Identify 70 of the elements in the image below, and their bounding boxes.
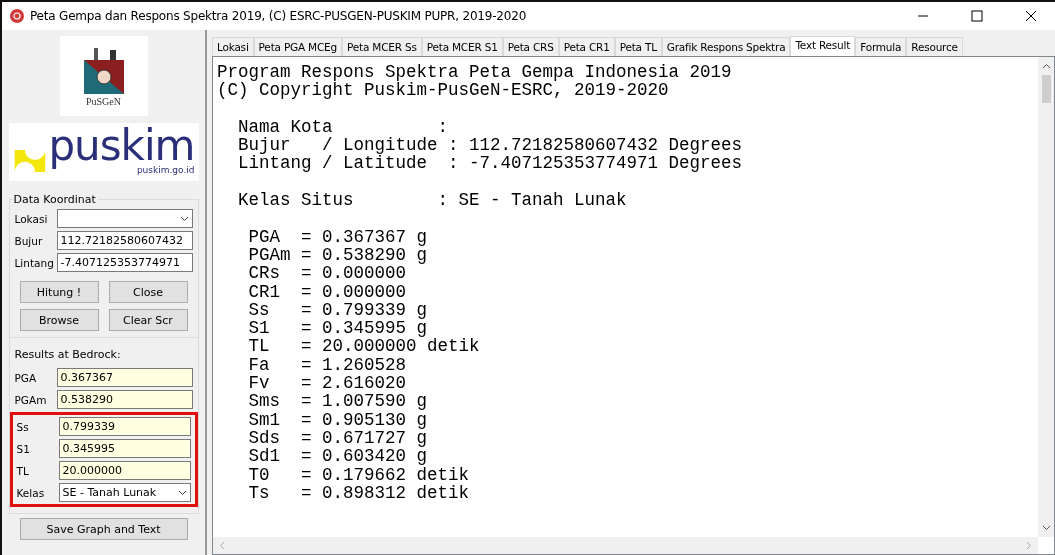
result-line: S1 = 0.345995 g — [247, 319, 428, 338]
tab[interactable]: Peta MCER Ss — [342, 37, 422, 56]
result-line: Nama Kota : — [237, 117, 450, 137]
field-label: Bujur — [14, 234, 44, 247]
action-button[interactable]: Close — [108, 281, 188, 303]
close-icon[interactable] — [1025, 10, 1037, 22]
field-label: Lintang — [14, 256, 55, 269]
result-line: PGA = 0.367367 g — [247, 227, 429, 246]
result-line: TL = 20.000000 detik — [247, 337, 481, 356]
result-line: CR1 = 0.000000 — [247, 282, 408, 301]
output-field: 20.000000 — [58, 461, 191, 480]
result-line: Lintang / Latitude : -7.407125353774971 Degrees — [237, 154, 744, 173]
result-line: Sms = 1.007590 g — [247, 392, 429, 411]
chevron-down-icon — [177, 489, 187, 496]
output-field: 0.799339 — [58, 417, 191, 436]
save-button[interactable]: Save Graph and Text — [19, 518, 188, 540]
chevron-down-icon — [179, 215, 189, 222]
scroll-thumb[interactable] — [1041, 75, 1051, 103]
input-field[interactable]: -7.407125353774971 — [56, 253, 193, 272]
window-title: Peta Gempa dan Respons Spektra 2019, (C) ESRC-PUSGEN-PUSKIM PUPR, 2019-2020 — [30, 9, 528, 23]
vertical-scrollbar[interactable] — [1038, 57, 1054, 537]
tab[interactable]: Resource — [906, 37, 963, 56]
result-line: Fv = 2.616020 — [247, 374, 408, 393]
app-icon — [10, 9, 24, 23]
tab[interactable]: Peta TL — [614, 37, 662, 56]
scroll-up-icon[interactable] — [1041, 63, 1051, 69]
result-line: T0 = 0.179662 detik — [247, 465, 471, 484]
result-line: CRs = 0.000000 — [247, 264, 408, 283]
maximize-icon[interactable] — [971, 10, 983, 22]
field-label: PGA — [14, 371, 38, 384]
puskim-logo: puskim puskim.go.id — [8, 123, 199, 181]
field-label: S1 — [16, 442, 31, 455]
pusgen-logo: PuSGeN — [59, 36, 148, 116]
result-line: Sd1 = 0.603420 g — [247, 447, 429, 466]
tab[interactable]: Lokasi — [212, 37, 254, 56]
scroll-down-icon[interactable] — [1041, 525, 1051, 531]
tab[interactable]: Formula — [855, 37, 907, 56]
action-button[interactable]: Browse — [19, 309, 99, 331]
group-title: Results at Bedrock: — [14, 348, 122, 361]
dropdown[interactable]: SE - Tanah Lunak — [58, 483, 191, 502]
text-result-area[interactable] — [212, 56, 1055, 555]
input-field[interactable]: 112.72182580607432 — [56, 231, 193, 250]
result-line: PGAm = 0.538290 g — [247, 245, 429, 265]
result-line: (C) Copyright Puskim-PusGeN-ESRC, 2019-2020 — [217, 81, 670, 100]
field-label: PGAm — [14, 393, 48, 406]
action-button[interactable]: Clear Scr — [108, 309, 188, 331]
output-field: 0.367367 — [56, 368, 193, 387]
tab[interactable]: Text Result — [790, 36, 856, 56]
result-line: Ts = 0.898312 detik — [247, 483, 471, 503]
tab[interactable]: Peta PGA MCEg — [253, 37, 342, 56]
field-label: Kelas — [16, 486, 46, 499]
tab[interactable]: Peta CRS — [502, 37, 559, 56]
field-label: Lokasi — [14, 212, 49, 225]
field-label: Ss — [16, 420, 30, 433]
result-line: Kelas Situs : SE - Tanah Lunak — [237, 191, 628, 210]
result-line: Bujur / Longitude : 112.72182580607432 Degrees — [237, 136, 744, 155]
result-line: Sm1 = 0.905130 g — [247, 410, 429, 429]
output-field: 0.345995 — [58, 439, 191, 458]
output-field: 0.538290 — [56, 390, 193, 409]
group-title: Data Koordinat — [11, 193, 98, 206]
result-line: Ss = 0.799339 g — [247, 300, 429, 320]
dropdown[interactable] — [56, 209, 193, 228]
tab[interactable]: Peta MCER S1 — [421, 37, 503, 56]
result-line: Program Respons Spektra Peta Gempa Indonesia 2019 — [217, 63, 733, 82]
result-line: Fa = 1.260528 — [247, 355, 408, 375]
field-label: TL — [16, 464, 30, 477]
tab[interactable]: Peta CR1 — [558, 37, 615, 56]
action-button[interactable]: Hitung ! — [19, 281, 99, 303]
result-line: Sds = 0.671727 g — [247, 428, 429, 448]
tab[interactable]: Grafik Respons Spektra — [661, 37, 791, 56]
